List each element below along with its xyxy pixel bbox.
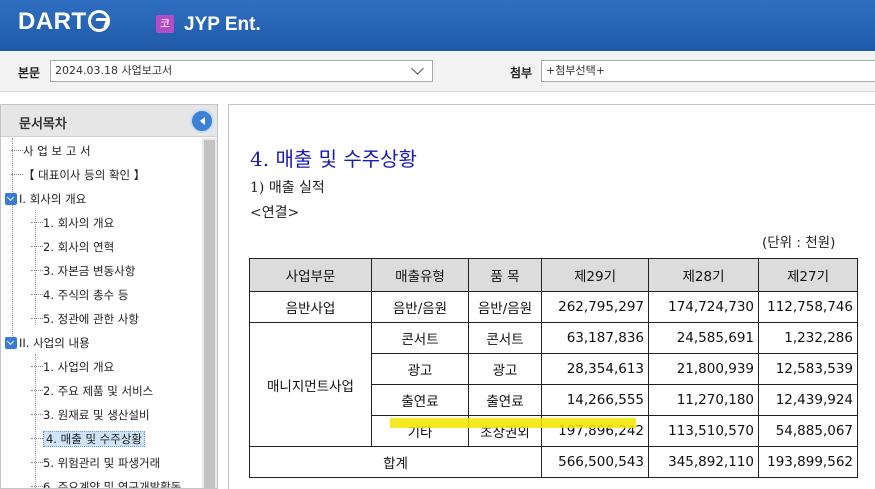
- attach-select-value: +첨부선택+: [546, 64, 605, 77]
- toc-scroll-thumb[interactable]: [204, 140, 215, 488]
- col-header: 매출유형: [371, 258, 469, 292]
- cell-item: 출연료: [468, 384, 542, 416]
- collapse-sidebar-icon[interactable]: [190, 109, 214, 133]
- table-total-row: 합계 566,500,543 345,892,110 193,899,562: [249, 446, 858, 478]
- cell-p27: 54,885,067: [758, 415, 858, 447]
- cell-item: 광고: [468, 353, 542, 385]
- toc-item-1-5[interactable]: 5. 정관에 관한 사항: [31, 308, 139, 330]
- toc-item-2-5[interactable]: 5. 위험관리 및 파생거래: [31, 452, 160, 474]
- cell-p29: 14,266,555: [541, 384, 649, 416]
- cell-p27: 1,232,286: [758, 322, 858, 354]
- sales-table: 사업부문 매출유형 품 목 제29기 제28기 제27기 음반사업 음반/음원 …: [249, 258, 858, 478]
- cell-item: 음반/음원: [468, 291, 542, 323]
- corp-type-badge: 코: [156, 15, 174, 33]
- attach-select-label: 첨부: [510, 66, 533, 80]
- cell-p29: 63,187,836: [541, 322, 649, 354]
- cell-total-label: 합계: [249, 446, 542, 478]
- attach-select[interactable]: +첨부선택+: [541, 60, 875, 82]
- cell-p29: 28,354,613: [541, 353, 649, 385]
- cell-p28: 113,510,570: [648, 415, 759, 447]
- toc-title: 문서목차: [19, 117, 67, 132]
- col-header: 제27기: [758, 258, 858, 292]
- table-header-row: 사업부문 매출유형 품 목 제29기 제28기 제27기: [249, 258, 858, 292]
- toc-item-2-4-selected[interactable]: 4. 매출 및 수주상황: [31, 428, 145, 450]
- cell-segment: 매니지먼트사업: [249, 322, 372, 447]
- toc-item-report[interactable]: 사 업 보 고 서: [11, 140, 91, 162]
- expand-toggle-icon[interactable]: [5, 337, 17, 349]
- dart-logo[interactable]: DART: [18, 8, 110, 36]
- toc-item-business[interactable]: II. 사업의 내용: [5, 332, 90, 354]
- toc-item-2-6[interactable]: 6. 주요계약 및 연구개발활동: [31, 476, 181, 488]
- expand-toggle-icon[interactable]: [5, 193, 17, 205]
- subheading: 1) 매출 실적: [250, 180, 325, 196]
- toc-item-2-3[interactable]: 3. 원재료 및 생산설비: [31, 404, 150, 426]
- cell-p27: 12,583,539: [758, 353, 858, 385]
- toc-item-2-1[interactable]: 1. 사업의 개요: [31, 356, 114, 378]
- toc-sidebar: 문서목차 사 업 보 고 서 【 대표이사 등의 확인 】 I. 회사의 개요 …: [0, 104, 218, 489]
- cell-p28: 24,585,691: [648, 322, 759, 354]
- cell-p29: 262,795,297: [541, 291, 649, 323]
- col-header: 품 목: [468, 258, 542, 292]
- cell-segment: 음반사업: [249, 291, 372, 323]
- doc-select-value: 2024.03.18 사업보고서: [55, 64, 173, 77]
- toc-item-company-overview[interactable]: I. 회사의 개요: [5, 188, 86, 210]
- cell-type: 출연료: [371, 384, 469, 416]
- section-title: 4. 매출 및 수주상황: [250, 147, 417, 171]
- table-row: 음반사업 음반/음원 음반/음원 262,795,297 174,724,730…: [249, 291, 858, 323]
- toc-item-1-3[interactable]: 3. 자본금 변동사항: [31, 260, 135, 282]
- document-toolbar: 본문 2024.03.18 사업보고서 첨부 +첨부선택+: [0, 51, 875, 92]
- table-row: 매니지먼트사업 콘서트 콘서트 63,187,836 24,585,691 1,…: [249, 322, 858, 447]
- doc-select-label: 본문: [18, 66, 41, 80]
- cell-p27: 112,758,746: [758, 291, 858, 323]
- toc-scrollbar[interactable]: [202, 138, 217, 488]
- cell-total-p28: 345,892,110: [648, 446, 759, 478]
- toc-item-1-1[interactable]: 1. 회사의 개요: [31, 212, 114, 234]
- doc-select[interactable]: 2024.03.18 사업보고서: [50, 60, 433, 82]
- col-header: 사업부문: [249, 258, 372, 292]
- toc-header: 문서목차: [1, 105, 217, 137]
- toc-item-ceo-confirm[interactable]: 【 대표이사 등의 확인 】: [11, 164, 145, 186]
- chevron-down-icon: [411, 62, 424, 75]
- toc-item-1-4[interactable]: 4. 주식의 총수 등: [31, 284, 128, 306]
- app-header: DART 코 JYP Ent.: [0, 0, 875, 51]
- cell-p27: 12,439,924: [758, 384, 858, 416]
- unit-label: (단위 : 천원): [762, 235, 836, 251]
- cell-type: 광고: [371, 353, 469, 385]
- scope-label: <연결>: [250, 205, 300, 221]
- toc-item-2-2[interactable]: 2. 주요 제품 및 서비스: [31, 380, 153, 402]
- cell-total-p29: 566,500,543: [541, 446, 649, 478]
- col-header: 제29기: [541, 258, 649, 292]
- toc-item-1-2[interactable]: 2. 회사의 연혁: [31, 236, 114, 258]
- cell-type: 음반/음원: [371, 291, 469, 323]
- company-name: JYP Ent.: [184, 14, 261, 35]
- cell-p28: 21,800,939: [648, 353, 759, 385]
- cell-p28: 174,724,730: [648, 291, 759, 323]
- logo-circle-icon: [87, 10, 110, 32]
- cell-type: 콘서트: [371, 322, 469, 354]
- highlight-marker: [390, 418, 636, 428]
- col-header: 제28기: [648, 258, 759, 292]
- cell-p28: 11,270,180: [648, 384, 759, 416]
- cell-item: 콘서트: [468, 322, 542, 354]
- cell-total-p27: 193,899,562: [758, 446, 858, 478]
